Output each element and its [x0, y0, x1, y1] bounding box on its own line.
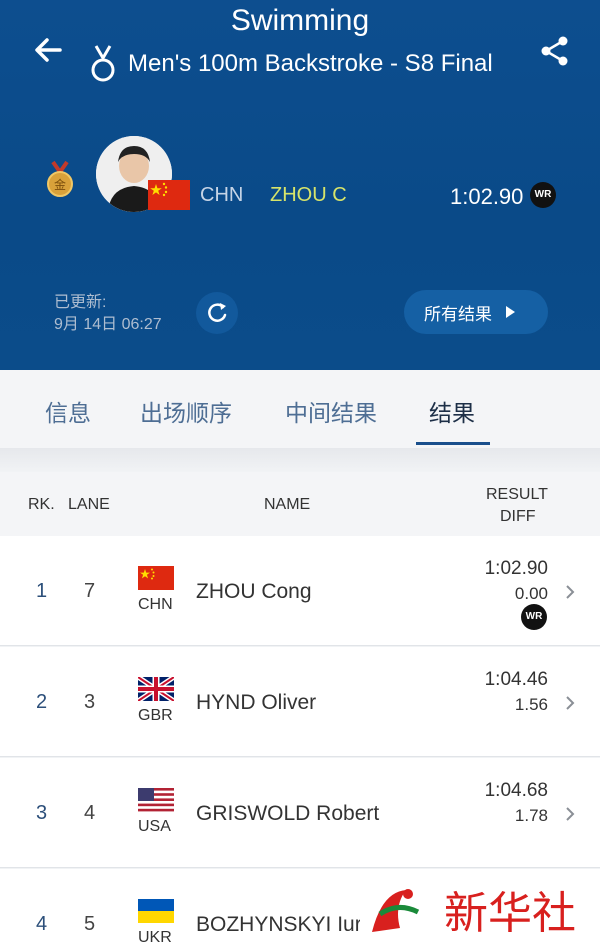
back-arrow-icon[interactable]: [30, 32, 66, 68]
share-icon[interactable]: [538, 34, 572, 68]
row-diff: 1.78: [514, 806, 548, 825]
active-tab-indicator: [416, 442, 490, 445]
tabs-divider: [0, 448, 600, 472]
table-row[interactable]: 2 3 GBR HYND Oliver 1:04.46 1.56: [0, 647, 600, 757]
header-rank: RK.: [28, 496, 55, 513]
last-updated-label: 已更新:: [54, 294, 107, 311]
event-title: Men's 100m Backstroke - S8 Final: [128, 50, 493, 77]
xinhua-logo-icon: 新华社: [360, 872, 600, 949]
tab-start-list[interactable]: 出场顺序: [140, 394, 232, 428]
row-athlete-name: GRISWOLD Robert: [196, 802, 380, 825]
chevron-right-icon: [566, 585, 575, 599]
gold-medal-text: 金: [54, 177, 66, 192]
row-noc: GBR: [138, 707, 173, 724]
ukraine-flag-icon: [138, 899, 174, 923]
row-rank: 4: [36, 913, 48, 935]
uk-flag-icon: [138, 677, 174, 701]
row-result: 1:04.46: [484, 669, 548, 690]
usa-flag-icon: [138, 788, 174, 812]
row-rank: 1: [36, 580, 48, 602]
sport-title: Swimming: [230, 4, 370, 37]
header-result: RESULT: [486, 486, 548, 503]
event-title-row: Men's 100m Backstroke - S8 Final: [88, 44, 493, 84]
row-athlete-name: BOZHYNSKYI Iur: [196, 913, 362, 936]
header-diff: DIFF: [500, 508, 536, 525]
row-noc: UKR: [138, 929, 172, 946]
refresh-button[interactable]: [196, 292, 238, 334]
tab-info[interactable]: 信息: [45, 394, 91, 428]
gold-medal-icon: 金: [47, 160, 73, 197]
chevron-right-icon: [566, 807, 575, 821]
world-record-badge: WR: [521, 604, 547, 630]
table-row[interactable]: 3 4 USA GRISWOLD Robert 1:04.68 1.78: [0, 758, 600, 868]
all-results-label: 所有结果: [424, 304, 492, 324]
tab-bar: 信息 出场顺序 中间结果 结果: [0, 370, 600, 448]
refresh-icon: [208, 303, 227, 322]
last-updated: 已更新: 9月 14日 06:27: [54, 292, 162, 336]
winner-time: 1:02.90: [450, 184, 524, 209]
row-diff: 0.00: [514, 584, 548, 603]
last-updated-time: 9月 14日 06:27: [54, 316, 162, 333]
results-screen: Swimming Men's 100m Backstroke - S8 Fina…: [0, 0, 600, 949]
row-noc: CHN: [138, 596, 173, 613]
winner-noc: CHN: [200, 184, 244, 206]
header-name: NAME: [264, 496, 311, 513]
row-lane: 7: [84, 580, 96, 602]
tab-results[interactable]: 结果: [429, 394, 475, 428]
row-athlete-name: ZHOU Cong: [196, 580, 312, 603]
chevron-right-icon: [566, 696, 575, 710]
row-rank: 2: [36, 691, 48, 713]
row-diff: 1.56: [514, 695, 548, 714]
row-lane: 4: [84, 802, 96, 824]
world-record-badge: WR: [530, 182, 556, 208]
row-result: 1:04.68: [484, 780, 548, 801]
tab-intermediate-results[interactable]: 中间结果: [285, 394, 377, 428]
row-rank: 3: [36, 802, 48, 824]
row-noc: USA: [138, 818, 171, 835]
china-flag-icon: [138, 566, 174, 590]
row-athlete-name: HYND Oliver: [196, 691, 317, 714]
results-table-header: RK. LANE NAME RESULT DIFF: [0, 472, 600, 536]
watermark-text: 新华社: [444, 888, 576, 939]
row-result: 1:02.90: [484, 558, 548, 579]
all-results-button[interactable]: 所有结果: [404, 290, 548, 334]
xinhua-watermark: 新华社: [360, 872, 600, 949]
row-lane: 3: [84, 691, 96, 713]
table-row[interactable]: 1 7 CHN ZHOU Cong 1:02.90 0.00 WR: [0, 536, 600, 646]
winner-name: ZHOU C: [270, 184, 347, 206]
row-lane: 5: [84, 913, 96, 935]
event-header: Swimming Men's 100m Backstroke - S8 Fina…: [0, 0, 600, 370]
play-triangle-icon: [506, 306, 515, 318]
china-flag-icon: [148, 180, 190, 210]
winner-summary: 金 CHN ZHOU C 1:02.90 WR: [40, 130, 580, 230]
header-lane: LANE: [68, 496, 110, 513]
medal-outline-icon: [91, 45, 115, 82]
